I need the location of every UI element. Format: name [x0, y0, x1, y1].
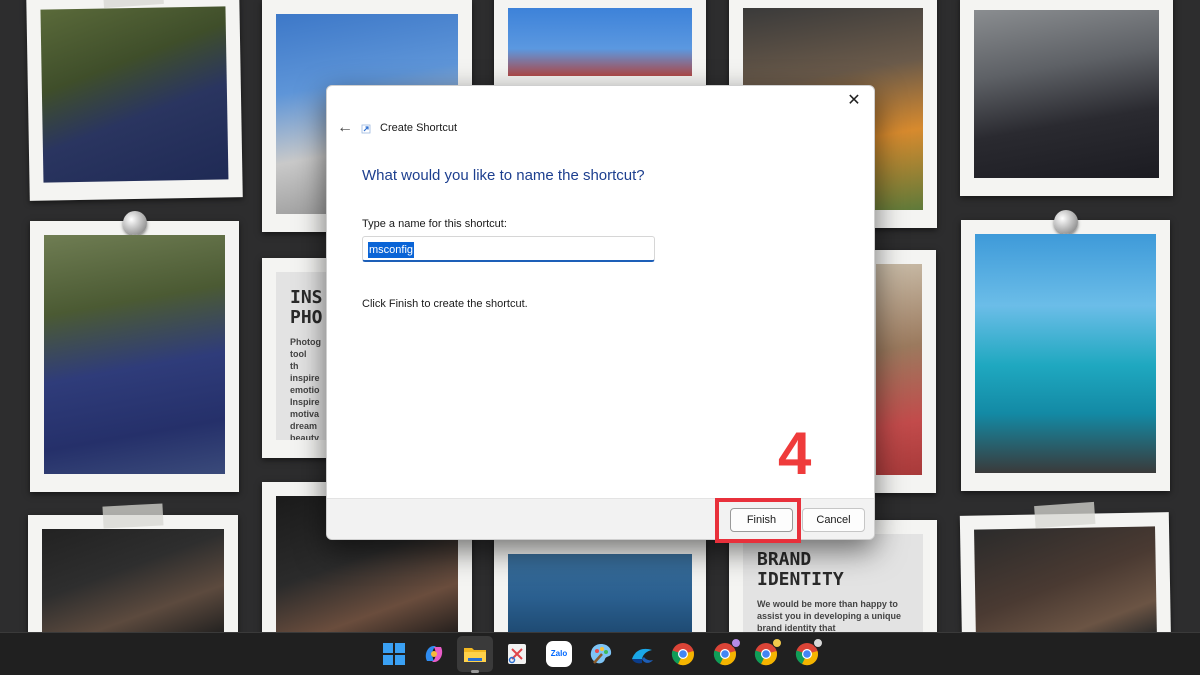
dialog-heading: What would you like to name the shortcut… [362, 167, 645, 184]
chrome-profile-icon[interactable] [712, 638, 741, 667]
photo [508, 554, 692, 632]
photo [876, 264, 922, 475]
photo-polaroid [494, 540, 706, 632]
push-pin [1053, 210, 1078, 234]
file-explorer-icon[interactable] [462, 641, 488, 673]
shortcut-name-input[interactable]: msconfig [362, 236, 655, 262]
photo-polaroid [961, 210, 1170, 491]
photo [974, 526, 1157, 632]
shortcut-app-icon [361, 124, 371, 134]
shortcut-name-value: msconfig [368, 242, 415, 258]
photo-polaroid [959, 501, 1172, 632]
photo [42, 529, 224, 632]
dialog-title: Create Shortcut [380, 122, 458, 134]
shortcut-name-label: Type a name for this shortcut: [362, 218, 507, 230]
close-icon: ✕ [847, 92, 861, 109]
tape-strip [102, 503, 164, 529]
photo-polaroid [494, 0, 706, 94]
photo-polaroid [28, 503, 238, 632]
photo-polaroid [960, 0, 1173, 196]
active-indicator [471, 670, 479, 673]
back-button[interactable]: ← [333, 118, 357, 138]
back-arrow-icon: ← [337, 119, 353, 136]
photo [40, 6, 229, 183]
snipping-tool-icon[interactable] [504, 641, 530, 667]
finish-highlight-box [715, 498, 801, 543]
chrome-profile-icon[interactable] [753, 638, 782, 667]
copilot-icon[interactable] [421, 641, 447, 667]
close-button[interactable]: ✕ [840, 89, 868, 113]
profile-badge [731, 638, 741, 648]
photo-polaroid [30, 211, 239, 492]
chrome-icon[interactable] [670, 641, 696, 667]
photo [975, 234, 1156, 473]
edge-icon[interactable] [629, 641, 655, 667]
photo-polaroid [26, 0, 243, 201]
zalo-label: Zalo [550, 649, 568, 658]
zalo-icon[interactable]: Zalo [546, 641, 572, 667]
photo [44, 235, 225, 474]
cancel-button[interactable]: Cancel [802, 508, 865, 532]
tape-strip [1033, 501, 1095, 529]
photo [974, 10, 1159, 178]
taskbar: Zalo [0, 632, 1200, 675]
push-pin [122, 211, 147, 235]
card-body: Photog tool th inspire emotio Inspire mo… [290, 337, 321, 440]
finish-hint-text: Click Finish to create the shortcut. [362, 298, 528, 310]
card-body: We would be more than happy to assist yo… [757, 599, 902, 632]
text-card: INS PHO Photog tool th inspire emotio In… [276, 272, 326, 440]
card-title-line1: INS [290, 287, 323, 308]
card-title-line1: BRAND [757, 549, 812, 570]
step-number-annotation: 4 [778, 420, 812, 487]
profile-badge [813, 638, 823, 648]
chrome-profile-icon[interactable] [794, 638, 823, 667]
paint-icon[interactable] [588, 641, 614, 667]
card-title-line2: PHO [290, 307, 323, 328]
windows-start-icon[interactable] [381, 641, 407, 667]
card-title-line2: IDENTITY [757, 569, 844, 590]
profile-badge [772, 638, 782, 648]
text-card: BRAND IDENTITY We would be more than hap… [743, 534, 923, 632]
photo [508, 8, 692, 76]
